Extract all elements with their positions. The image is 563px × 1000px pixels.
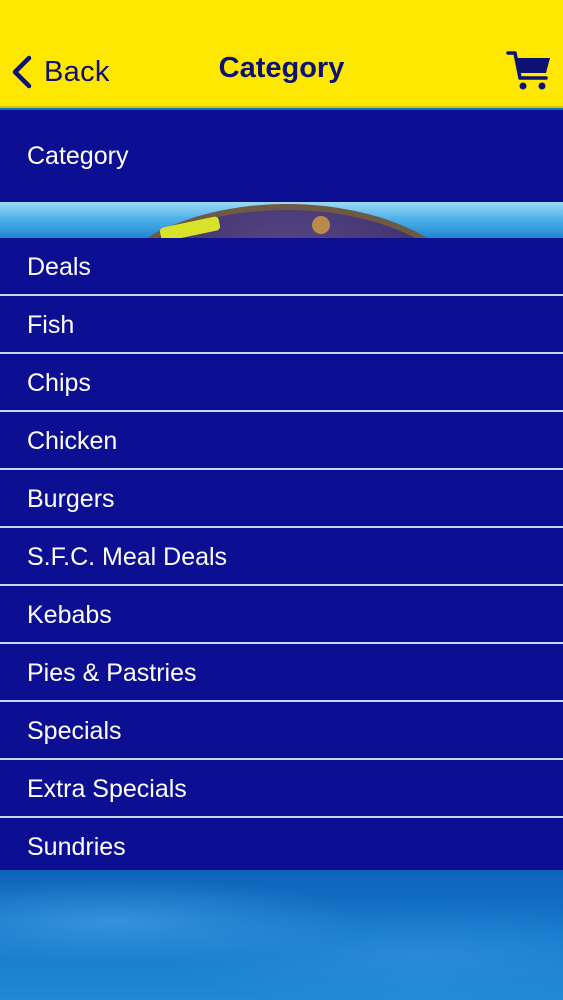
category-item-chicken[interactable]: Chicken	[0, 412, 563, 470]
page-title: Category	[218, 52, 345, 84]
category-header: Category	[0, 110, 563, 202]
plate-detail	[312, 216, 330, 234]
category-item-label: Pies & Pastries	[27, 659, 197, 687]
background-water	[0, 870, 563, 1000]
category-item-sundries[interactable]: Sundries	[0, 818, 563, 876]
category-item-label: Chips	[27, 369, 91, 397]
category-item-label: Sundries	[27, 833, 126, 861]
category-header-label: Category	[27, 142, 129, 170]
category-item-label: S.F.C. Meal Deals	[27, 543, 228, 571]
category-item-kebabs[interactable]: Kebabs	[0, 586, 563, 644]
category-item-label: Chicken	[27, 427, 118, 455]
plate-graphic	[96, 204, 478, 238]
category-item-fish[interactable]: Fish	[0, 296, 563, 354]
category-item-label: Burgers	[27, 485, 115, 513]
category-item-burgers[interactable]: Burgers	[0, 470, 563, 528]
category-item-label: Fish	[27, 311, 75, 339]
category-item-sfc-meal-deals[interactable]: S.F.C. Meal Deals	[0, 528, 563, 586]
category-item-label: Extra Specials	[27, 775, 187, 803]
category-list: Deals Fish Chips Chicken Burgers S.F.C. …	[0, 238, 563, 876]
category-item-pies-pastries[interactable]: Pies & Pastries	[0, 644, 563, 702]
cart-icon[interactable]	[506, 48, 552, 94]
category-item-label: Deals	[27, 253, 91, 281]
category-item-deals[interactable]: Deals	[0, 238, 563, 296]
navigation-bar: Back Category	[0, 0, 563, 108]
category-item-extra-specials[interactable]: Extra Specials	[0, 760, 563, 818]
category-item-label: Specials	[27, 717, 122, 745]
category-item-chips[interactable]: Chips	[0, 354, 563, 412]
category-item-label: Kebabs	[27, 601, 112, 629]
category-item-specials[interactable]: Specials	[0, 702, 563, 760]
banner-image	[0, 202, 563, 238]
